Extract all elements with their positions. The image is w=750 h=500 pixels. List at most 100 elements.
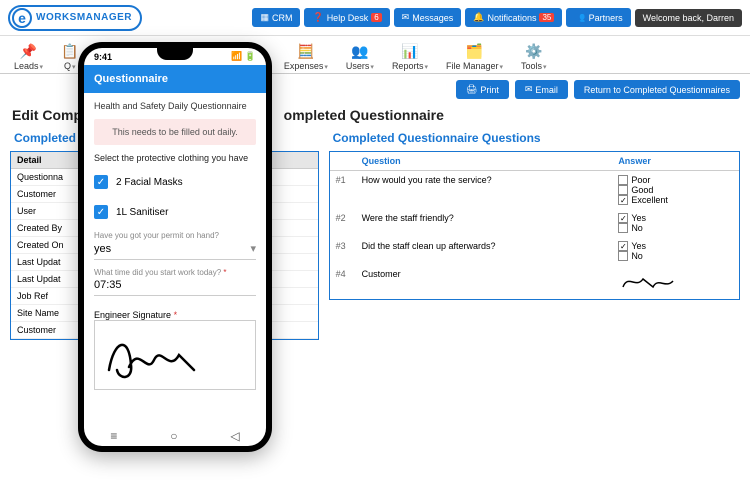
answer-text: Excellent (631, 195, 668, 205)
top-bar: e WORKSMANAGER ▦CRM ❓Help Desk6 ✉Message… (0, 0, 750, 36)
grid-icon: ▦ (260, 12, 269, 23)
answer-option: Good (618, 185, 733, 195)
phone-app-bar: Questionnaire (84, 65, 266, 93)
logo[interactable]: e WORKSMANAGER (8, 5, 142, 31)
phone-opt-1[interactable]: ✓ 2 Facial Masks (94, 171, 256, 193)
menu-label: Leads (14, 61, 43, 71)
signature-icon (99, 325, 199, 385)
notifications-button[interactable]: 🔔Notifications35 (465, 8, 562, 27)
phone-sig-box[interactable] (94, 320, 256, 390)
answer-text: Yes (631, 213, 646, 223)
checkbox-icon: ✓ (618, 241, 628, 251)
bell-icon: 🔔 (473, 12, 484, 23)
menu-label: Users (346, 61, 374, 71)
phone-note: This needs to be filled out daily. (94, 119, 256, 145)
phone-q3-field[interactable]: 07:35 (94, 277, 256, 296)
crm-button[interactable]: ▦CRM (252, 8, 300, 27)
phone-q2-label: Have you got your permit on hand? (94, 231, 256, 240)
menu-icon: 🧮 (297, 43, 314, 60)
notif-badge: 35 (539, 13, 554, 22)
home-icon[interactable]: ○ (170, 429, 177, 443)
answer-option: Poor (618, 175, 733, 185)
phone-opt1-label: 2 Facial Masks (116, 177, 183, 188)
welcome-label: Welcome back, Darren (643, 13, 734, 23)
q-answers (612, 265, 739, 299)
question-row: #2Were the staff friendly?✓YesNo (330, 209, 739, 237)
signature-icon (618, 269, 678, 293)
help-desk-button[interactable]: ❓Help Desk6 (304, 8, 389, 27)
right-panel-title: Completed Questionnaire Questions (329, 127, 740, 151)
print-icon: 🖨 (466, 84, 477, 95)
questions-table: Question Answer #1How would you rate the… (330, 152, 739, 299)
answer-text: Yes (631, 241, 646, 251)
answer-option: No (618, 251, 733, 261)
phone-notch (157, 48, 193, 60)
recent-icon[interactable]: ≡ (110, 429, 117, 443)
q-header-answer: Answer (612, 152, 739, 171)
checkbox-icon (618, 175, 628, 185)
menu-item-reports[interactable]: 📊Reports (384, 41, 436, 73)
phone-nav-bar: ≡ ○ ◁ (84, 426, 266, 446)
checkbox-icon (618, 251, 628, 261)
q-text: Were the staff friendly? (356, 209, 613, 237)
checkbox-icon (618, 185, 628, 195)
chevron-down-icon: ▾ (250, 242, 256, 255)
menu-item-expenses[interactable]: 🧮Expenses (276, 41, 336, 73)
return-button[interactable]: Return to Completed Questionnaires (574, 80, 740, 99)
help-label: Help Desk (327, 13, 369, 23)
check-icon: ✓ (94, 205, 108, 219)
q-answers: ✓YesNo (612, 209, 739, 237)
phone-q3-label: What time did you start work today? * (94, 268, 256, 277)
phone-opt-2[interactable]: ✓ 1L Sanitiser (94, 201, 256, 223)
answer-text: No (631, 223, 643, 233)
answer-option: ✓Yes (618, 241, 733, 251)
messages-button[interactable]: ✉Messages (394, 8, 462, 27)
menu-icon: 🗂️ (466, 43, 483, 60)
q-text: Customer (356, 265, 613, 299)
people-icon: 👥 (574, 12, 585, 23)
answer-text: Good (631, 185, 653, 195)
menu-label: Tools (521, 61, 547, 71)
menu-item-file-manager[interactable]: 🗂️File Manager (438, 41, 511, 73)
crm-label: CRM (272, 13, 293, 23)
menu-label: File Manager (446, 61, 503, 71)
signal-icon: 📶 🔋 (231, 51, 256, 62)
phone-body: Health and Safety Daily Questionnaire Th… (84, 93, 266, 426)
phone-q1: Select the protective clothing you have (94, 153, 256, 163)
back-icon[interactable]: ◁ (230, 429, 239, 443)
checkbox-icon: ✓ (618, 213, 628, 223)
phone-mockup: 9:41 📶 🔋 Questionnaire Health and Safety… (78, 42, 272, 452)
help-badge: 6 (371, 13, 381, 22)
question-row: #4Customer (330, 265, 739, 299)
page-title-left: Edit Compl (12, 107, 86, 123)
menu-item-users[interactable]: 👥Users (338, 41, 382, 73)
menu-item-tools[interactable]: ⚙️Tools (513, 41, 555, 73)
phone-subtitle: Health and Safety Daily Questionnaire (94, 101, 256, 111)
welcome-button[interactable]: Welcome back, Darren (635, 9, 742, 27)
answer-option: ✓Yes (618, 213, 733, 223)
phone-q2-value: yes (94, 243, 111, 255)
answer-option: No (618, 223, 733, 233)
partners-button[interactable]: 👥 Partners (566, 8, 630, 27)
q-text: How would you rate the service? (356, 171, 613, 210)
menu-icon: 👥 (351, 43, 368, 60)
print-button[interactable]: 🖨Print (456, 80, 509, 99)
partners-label: Partners (589, 13, 623, 23)
check-icon: ✓ (94, 175, 108, 189)
mail-icon: ✉ (525, 84, 533, 95)
phone-time: 9:41 (94, 52, 112, 62)
menu-item-leads[interactable]: 📌Leads (6, 41, 51, 73)
menu-label: Expenses (284, 61, 328, 71)
question-row: #3Did the staff clean up afterwards?✓Yes… (330, 237, 739, 265)
mail-icon: ✉ (402, 12, 410, 23)
phone-q2-field[interactable]: yes ▾ (94, 240, 256, 260)
q-text: Did the staff clean up afterwards? (356, 237, 613, 265)
logo-icon: e (12, 8, 32, 28)
answer-text: No (631, 251, 643, 261)
q-number: #4 (330, 265, 356, 299)
email-button[interactable]: ✉Email (515, 80, 568, 99)
menu-icon: ⚙️ (525, 43, 542, 60)
phone-screen: 9:41 📶 🔋 Questionnaire Health and Safety… (84, 48, 266, 446)
page-title-right: ompleted Questionnaire (284, 107, 444, 123)
q-answers: ✓YesNo (612, 237, 739, 265)
